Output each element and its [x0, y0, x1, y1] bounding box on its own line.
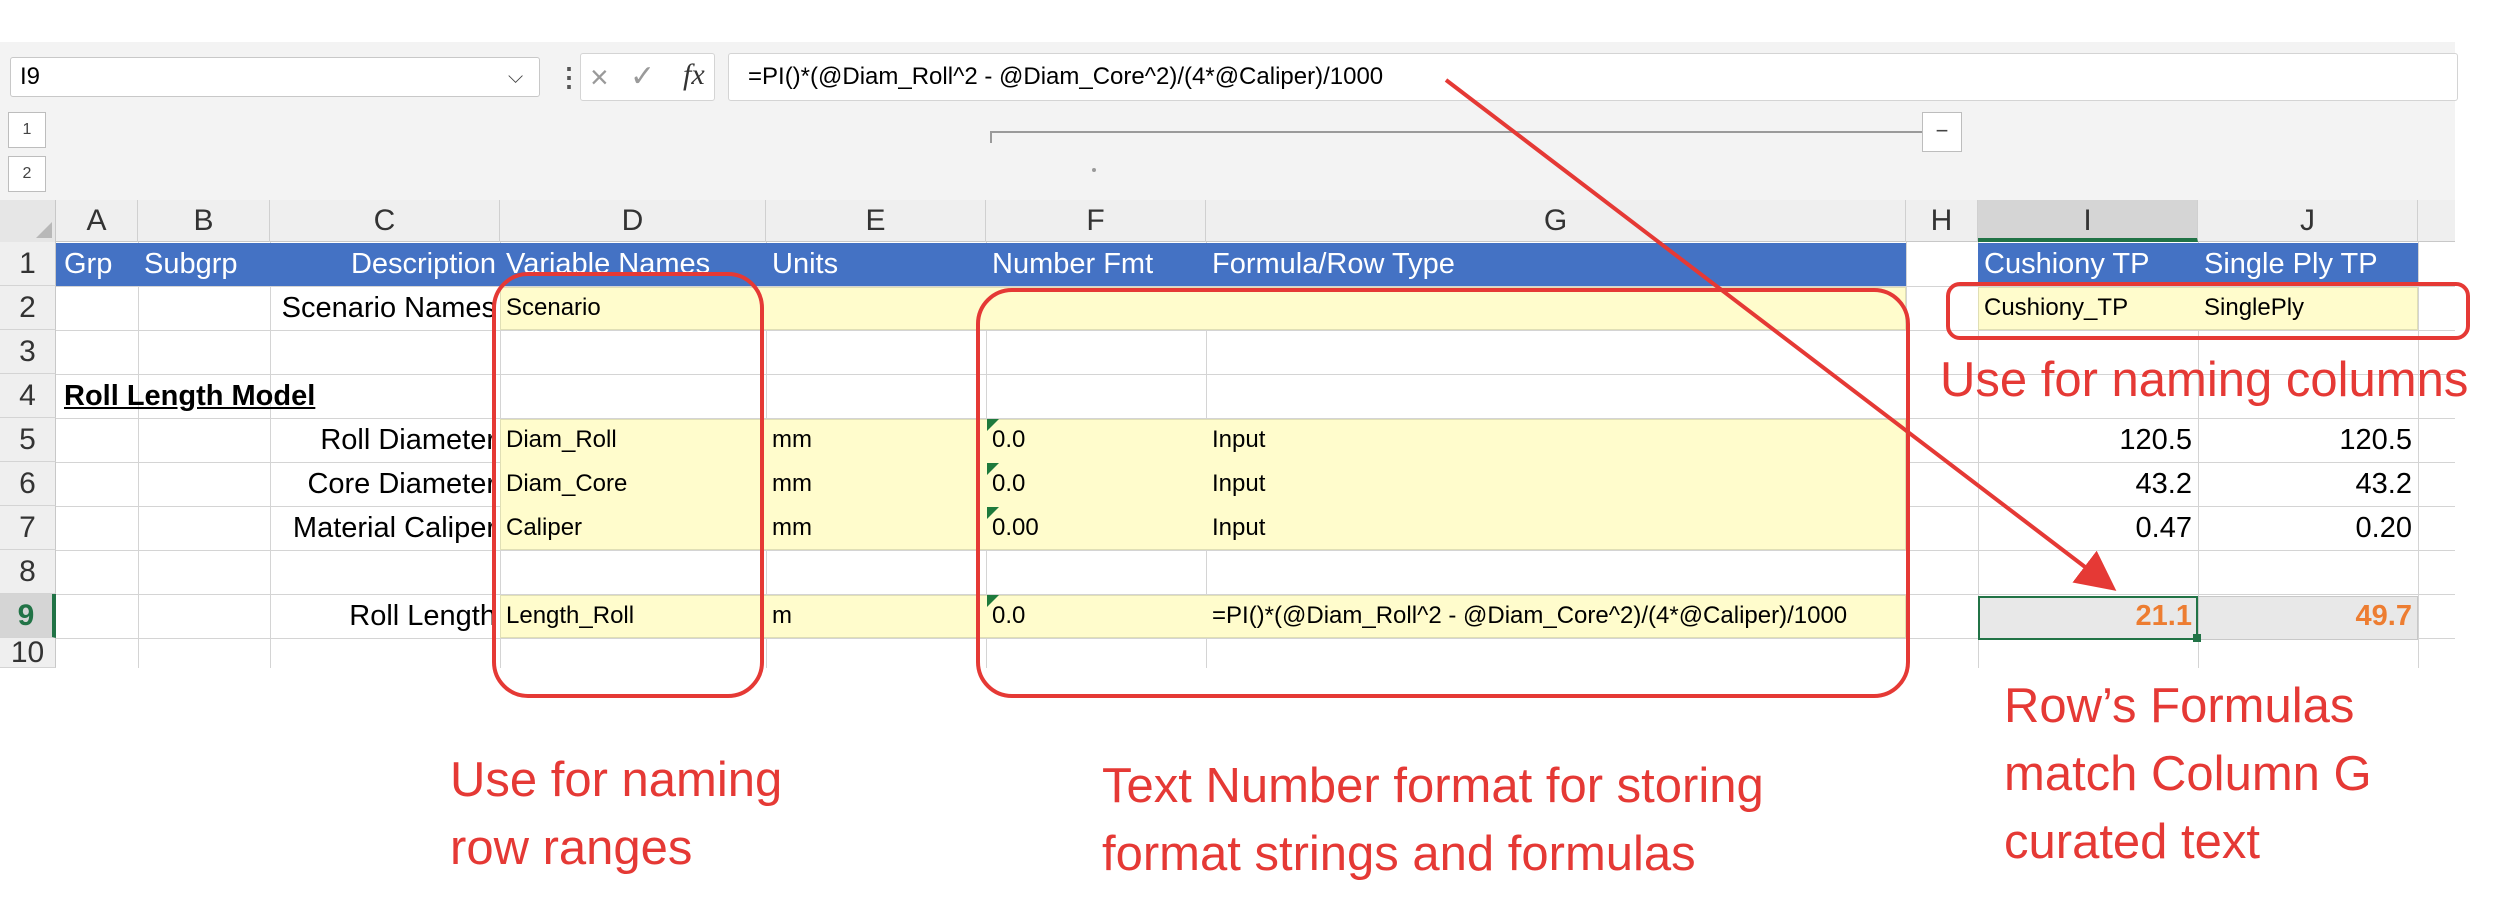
annotation-arrow	[1444, 78, 2117, 591]
arrow-to-result-icon	[1444, 78, 2117, 591]
